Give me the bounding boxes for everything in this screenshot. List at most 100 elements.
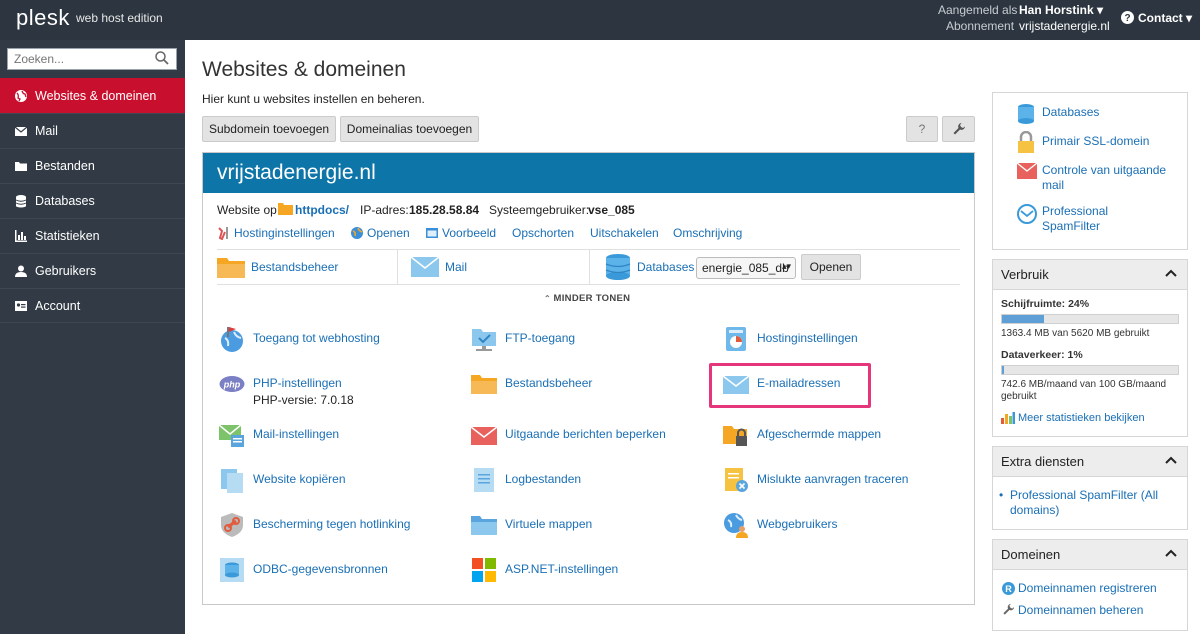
more-statistics-link[interactable]: Meer statistieken bekijken bbox=[1018, 411, 1145, 426]
domains-header[interactable]: Domeinen bbox=[993, 540, 1187, 570]
system-user-label: Systeemgebruiker: bbox=[489, 203, 590, 217]
usage-header[interactable]: Verbruik bbox=[993, 260, 1187, 290]
sidebar-item-account[interactable]: Account bbox=[0, 288, 185, 323]
disk-usage-text: 1363.4 MB van 5620 MB gebruikt bbox=[1001, 328, 1150, 339]
ssl-domain-link[interactable]: Primair SSL-domein bbox=[1042, 134, 1149, 149]
tool-virtual-folders[interactable]: Virtuele mappen bbox=[471, 512, 592, 538]
sidebar-item-websites[interactable]: Websites & domeinen bbox=[0, 78, 185, 113]
database-icon bbox=[605, 254, 631, 280]
mail-icon bbox=[14, 126, 28, 136]
description-link[interactable]: Omschrijving bbox=[673, 226, 742, 240]
sidebar-item-users[interactable]: Gebruikers bbox=[0, 253, 185, 288]
wrench-icon bbox=[1003, 603, 1015, 615]
highlight-box bbox=[709, 363, 871, 408]
sidebar-item-label: Statistieken bbox=[35, 229, 100, 243]
traffic-label: Dataverkeer: 1% bbox=[1001, 349, 1083, 361]
tool-odbc[interactable]: ODBC-gegevensbronnen bbox=[219, 557, 388, 583]
spamfilter-icon bbox=[1017, 204, 1037, 224]
tool-failed-requests[interactable]: Mislukte aanvragen traceren bbox=[723, 467, 908, 493]
databases-link[interactable]: Databases bbox=[1042, 105, 1099, 120]
hosting-settings-link[interactable]: Hostinginstellingen bbox=[217, 226, 335, 240]
extra-services-header[interactable]: Extra diensten bbox=[993, 447, 1187, 477]
tool-hotlink-protection[interactable]: Bescherming tegen hotlinking bbox=[219, 512, 410, 538]
show-less-toggle[interactable]: ⌃ MINDER TONEN bbox=[544, 293, 630, 304]
tool-php-settings[interactable]: php PHP-instellingen PHP-versie: 7.0.18 bbox=[219, 371, 354, 407]
domain-name-header[interactable]: vrijstadenergie.nl bbox=[203, 153, 974, 193]
settings-button[interactable] bbox=[942, 116, 975, 142]
spamfilter-all-domains-link[interactable]: Professional SpamFilter (All domains) bbox=[1010, 488, 1180, 518]
contact-menu[interactable]: Contact ▾ bbox=[1138, 11, 1192, 25]
mail-quick-link[interactable]: Mail bbox=[411, 250, 467, 284]
add-domain-alias-button[interactable]: Domeinalias toevoegen bbox=[340, 116, 479, 142]
tool-webhosting-access[interactable]: Toegang tot webhosting bbox=[219, 326, 380, 352]
tool-protected-folders[interactable]: Afgeschermde mappen bbox=[723, 422, 881, 448]
globe-icon bbox=[351, 227, 363, 239]
outgoing-mail-control-link[interactable]: Controle van uitgaande mail bbox=[1042, 163, 1182, 193]
register-domains-link[interactable]: Domeinnamen registreren bbox=[1018, 581, 1157, 596]
traffic-fill bbox=[1002, 366, 1004, 374]
plesk-logo[interactable]: plesk bbox=[16, 5, 70, 31]
chevron-up-icon[interactable] bbox=[1165, 549, 1177, 557]
account-card-icon bbox=[15, 300, 27, 311]
add-subdomain-button[interactable]: Subdomein toevoegen bbox=[202, 116, 336, 142]
disable-link[interactable]: Uitschakelen bbox=[590, 226, 659, 240]
tool-mail-settings[interactable]: Mail-instellingen bbox=[219, 422, 339, 448]
odbc-icon bbox=[220, 558, 244, 582]
ftp-icon bbox=[472, 329, 496, 351]
file-manager-quick-link[interactable]: Bestandsbeheer bbox=[217, 250, 338, 284]
tools-icon bbox=[218, 227, 228, 240]
search-input[interactable] bbox=[7, 48, 177, 70]
failed-requests-icon bbox=[725, 468, 748, 492]
sidebar-item-files[interactable]: Bestanden bbox=[0, 148, 185, 183]
database-icon bbox=[15, 195, 27, 208]
tool-ftp-access[interactable]: FTP-toegang bbox=[471, 326, 575, 352]
sidebar-item-label: Websites & domeinen bbox=[35, 88, 157, 103]
sidebar-item-mail[interactable]: Mail bbox=[0, 113, 185, 148]
help-button[interactable]: ? bbox=[906, 116, 938, 142]
select-arrows-icon: ▴▾ bbox=[781, 261, 791, 271]
top-bar: plesk web host edition Aangemeld als Han… bbox=[0, 0, 1200, 40]
registered-icon: R bbox=[1002, 582, 1015, 595]
sidebar-item-label: Bestanden bbox=[35, 159, 95, 173]
preview-link[interactable]: Voorbeeld bbox=[425, 226, 496, 240]
page-title: Websites & domeinen bbox=[202, 58, 406, 81]
databases-quick-link[interactable]: Databases bbox=[605, 250, 694, 284]
tool-file-manager[interactable]: Bestandsbeheer bbox=[471, 371, 592, 397]
help-circle-icon: ? bbox=[1121, 11, 1134, 24]
tool-limit-outgoing[interactable]: Uitgaande berichten beperken bbox=[471, 422, 666, 448]
tool-copy-website[interactable]: Website kopiëren bbox=[219, 467, 346, 493]
aspnet-icon bbox=[472, 558, 496, 582]
web-users-icon bbox=[724, 513, 748, 538]
tool-hosting-settings[interactable]: Hostinginstellingen bbox=[723, 326, 858, 352]
quick-links-box: Databases Primair SSL-domein Controle va… bbox=[992, 92, 1188, 250]
tool-web-users[interactable]: Webgebruikers bbox=[723, 512, 837, 538]
spamfilter-link[interactable]: Professional SpamFilter bbox=[1042, 204, 1142, 234]
sidebar-item-databases[interactable]: Databases bbox=[0, 183, 185, 218]
suspend-link[interactable]: Opschorten bbox=[512, 226, 574, 240]
log-files-icon bbox=[474, 468, 494, 492]
open-site-link[interactable]: Openen bbox=[350, 226, 410, 240]
disk-usage-fill bbox=[1002, 315, 1045, 323]
user-menu[interactable]: Han Horstink ▾ bbox=[1019, 3, 1103, 17]
logged-in-label: Aangemeld als bbox=[938, 3, 1018, 17]
user-icon bbox=[15, 265, 27, 277]
sidebar-item-label: Databases bbox=[35, 194, 95, 208]
database-select[interactable]: energie_085_db ▴▾ bbox=[696, 257, 796, 279]
lock-icon bbox=[1018, 131, 1034, 153]
chevron-up-icon[interactable] bbox=[1165, 456, 1177, 464]
chevron-up-icon[interactable] bbox=[1165, 269, 1177, 277]
manage-domains-link[interactable]: Domeinnamen beheren bbox=[1018, 603, 1143, 618]
search-icon[interactable] bbox=[154, 50, 170, 66]
open-database-button[interactable]: Openen bbox=[801, 254, 861, 280]
subscription-value[interactable]: vrijstadenergie.nl bbox=[1019, 19, 1110, 33]
docroot-link[interactable]: httpdocs/ bbox=[295, 203, 349, 217]
sidebar-item-statistics[interactable]: Statistieken bbox=[0, 218, 185, 253]
envelope-icon bbox=[411, 257, 439, 277]
website-at-label: Website op bbox=[217, 203, 277, 217]
folder-icon bbox=[278, 203, 293, 215]
sidebar-item-label: Gebruikers bbox=[35, 264, 97, 278]
extra-services-box: Extra diensten • Professional SpamFilter… bbox=[992, 446, 1188, 530]
tool-log-files[interactable]: Logbestanden bbox=[471, 467, 581, 493]
tool-aspnet-settings[interactable]: ASP.NET-instellingen bbox=[471, 557, 618, 583]
protected-folder-icon bbox=[723, 426, 747, 446]
